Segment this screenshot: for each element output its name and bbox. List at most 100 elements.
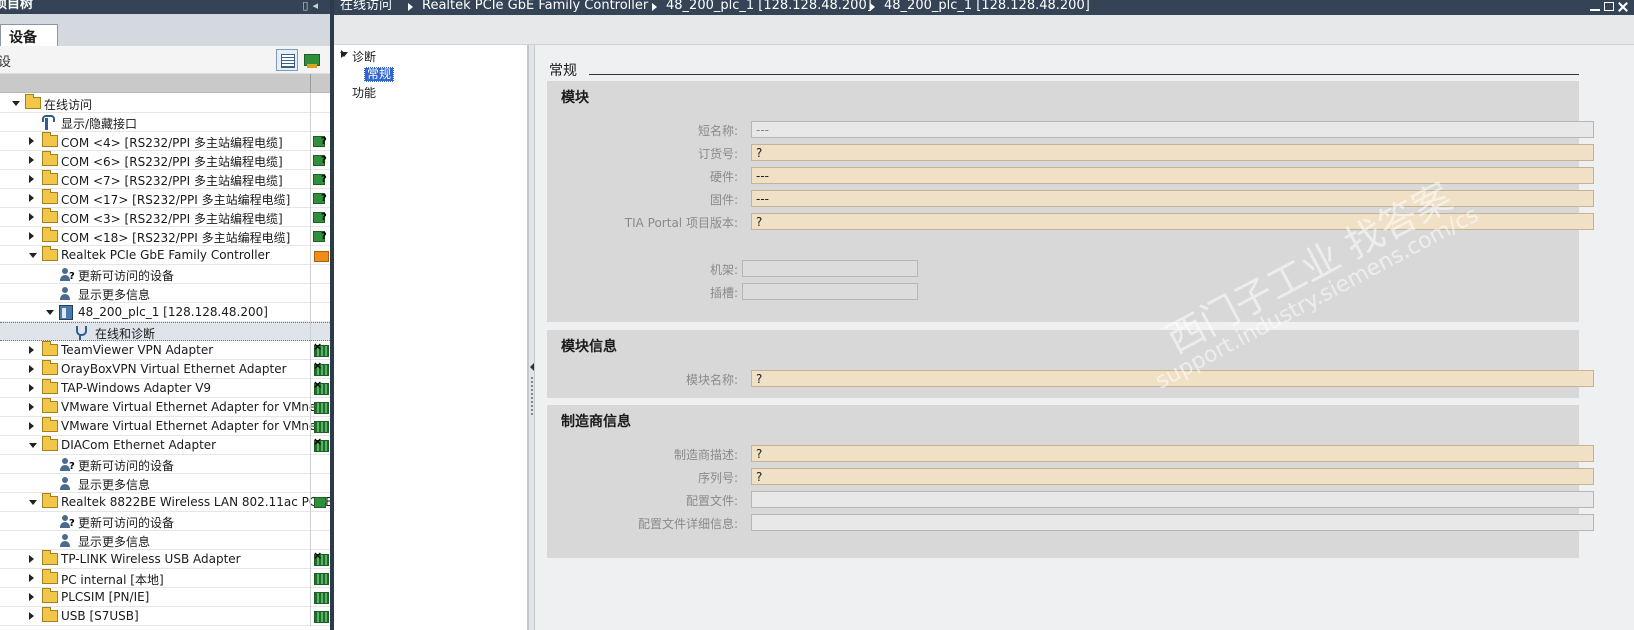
minimize-icon[interactable]: [1590, 3, 1600, 11]
chevron-right-icon[interactable]: [29, 346, 34, 354]
chevron-right-icon[interactable]: [29, 365, 34, 373]
connection-status-icon: ?: [313, 192, 328, 205]
tree-item[interactable]: OrayBoxVPN Virtual Ethernet Adapter: [0, 359, 330, 379]
tree-item[interactable]: PLCSIM [PN/IE]: [0, 588, 330, 607]
pane-splitter[interactable]: [528, 45, 535, 630]
tree-item[interactable]: 在线和诊断: [0, 322, 330, 342]
tree-column-header: [0, 74, 330, 93]
tree-item[interactable]: 显示更多信息: [0, 474, 330, 493]
chevron-right-icon[interactable]: [29, 213, 34, 221]
tree-item[interactable]: PC internal [本地]: [0, 569, 330, 588]
overview-grid-button[interactable]: [276, 49, 298, 71]
tree-item-label: Realtek PCIe GbE Family Controller: [61, 248, 270, 262]
chevron-down-icon[interactable]: [29, 500, 37, 505]
chevron-right-icon[interactable]: [29, 137, 34, 145]
manufacturer-group: 制造商信息 制造商描述:? 序列号:? 配置文件: 配置文件详细信息:: [547, 405, 1594, 558]
nav-item-diagnostics[interactable]: 诊断: [352, 48, 376, 65]
tree-item-label: COM <7> [RS232/PPI 多主站编程电缆]: [61, 174, 283, 188]
field-value: [751, 491, 1594, 508]
tree-item[interactable]: ? 更新可访问的设备: [0, 512, 330, 531]
tree-item[interactable]: COM <4> [RS232/PPI 多主站编程电缆]?: [0, 132, 330, 151]
chevron-right-icon[interactable]: [29, 156, 34, 164]
slot-field: [742, 283, 918, 300]
field-label: 制造商描述:: [673, 448, 738, 462]
close-icon[interactable]: [1618, 2, 1628, 11]
tree-item[interactable]: 48_200_plc_1 [128.128.48.200]: [0, 303, 330, 322]
chevron-right-icon[interactable]: [29, 612, 34, 620]
chevron-right-icon[interactable]: [29, 384, 34, 392]
connection-status-icon: [313, 572, 329, 585]
tree-item[interactable]: ? 更新可访问的设备: [0, 455, 330, 474]
chevron-down-icon[interactable]: [29, 253, 37, 258]
connection-status-icon: [313, 610, 329, 623]
breadcrumb-item[interactable]: 48_200_plc_1 [128.128.48.200]: [666, 0, 872, 13]
tree-item[interactable]: 在线访问: [0, 94, 330, 113]
collapse-arrow-icon[interactable]: [530, 363, 534, 371]
chevron-down-icon[interactable]: [29, 443, 37, 448]
network-view-button[interactable]: [300, 49, 322, 71]
chevron-right-icon[interactable]: [29, 555, 34, 563]
tree-item[interactable]: TP-LINK Wireless USB Adapter: [0, 549, 330, 569]
chevron-right-icon[interactable]: [29, 422, 34, 430]
tree-item[interactable]: COM <7> [RS232/PPI 多主站编程电缆]?: [0, 170, 330, 189]
window-controls: [1586, 1, 1628, 14]
chevron-right-icon: [408, 3, 413, 11]
tree-item[interactable]: TAP-Windows Adapter V9: [0, 378, 330, 398]
breadcrumb-item[interactable]: 48_200_plc_1 [128.128.48.200]: [884, 0, 1090, 13]
tree-item[interactable]: COM <18> [RS232/PPI 多主站编程电缆]?: [0, 227, 330, 246]
tree-item[interactable]: 显示/隐藏接口: [0, 113, 330, 132]
tree-item[interactable]: Realtek PCIe GbE Family Controller: [0, 246, 330, 265]
field-value: ?: [751, 445, 1594, 462]
tab-devices[interactable]: 设备: [0, 24, 58, 46]
tree-item[interactable]: COM <3> [RS232/PPI 多主站编程电缆]?: [0, 208, 330, 227]
tree-item[interactable]: ? 更新可访问的设备: [0, 265, 330, 284]
tree-item-label: Realtek 8822BE Wireless LAN 802.11ac PCI…: [61, 495, 330, 509]
breadcrumb-item[interactable]: 在线访问: [340, 0, 392, 13]
tree-item[interactable]: DIACom Ethernet Adapter: [0, 435, 330, 455]
general-content: 常规 模块 短名称: --- 订货号:? 硬件: --- 固件: --- TIA Portal…: [535, 45, 1634, 630]
tree-item-label: 48_200_plc_1 [128.128.48.200]: [78, 305, 268, 319]
chevron-right-icon[interactable]: [29, 574, 34, 582]
tree-item[interactable]: COM <6> [RS232/PPI 多主站编程电缆]?: [0, 151, 330, 170]
tree-item-label: 显示更多信息: [78, 478, 151, 492]
nav-item-general[interactable]: 常规: [364, 67, 395, 82]
tree-item[interactable]: TeamViewer VPN Adapter: [0, 340, 330, 360]
tree-item[interactable]: 显示更多信息: [0, 284, 330, 303]
folder-icon: [42, 493, 58, 508]
folder-icon: [42, 569, 58, 584]
field-label: 配置文件:: [685, 494, 738, 508]
breadcrumb-item[interactable]: Realtek PCIe GbE Family Controller: [422, 0, 648, 13]
group-title: 制造商信息: [561, 414, 631, 430]
chevron-right-icon[interactable]: [29, 175, 34, 183]
nav-item-functions[interactable]: 功能: [352, 84, 376, 101]
tree-item[interactable]: Realtek 8822BE Wireless LAN 802.11ac PCI…: [0, 493, 330, 512]
folder-icon: [42, 436, 58, 451]
field-label: 硬件:: [709, 170, 738, 184]
tree-item-label: 更新可访问的设备: [78, 269, 175, 283]
chevron-down-icon[interactable]: [12, 101, 20, 106]
chevron-right-icon[interactable]: [29, 403, 34, 411]
tree-item[interactable]: COM <17> [RS232/PPI 多主站编程电缆]?: [0, 189, 330, 208]
folder-icon: [42, 170, 58, 185]
tree-item-label: 显示/隐藏接口: [61, 117, 138, 131]
panel-pin-icon[interactable]: ▯◂: [302, 0, 322, 12]
tree-item[interactable]: 显示更多信息: [0, 531, 330, 550]
wrench-icon: [42, 115, 55, 130]
tree-item[interactable]: VMware Virtual Ethernet Adapter for VMne…: [0, 398, 330, 417]
connection-status-icon: [313, 340, 329, 357]
tree-item-label: COM <4> [RS232/PPI 多主站编程电缆]: [61, 136, 283, 150]
chevron-right-icon[interactable]: [29, 593, 34, 601]
restore-icon[interactable]: [1604, 2, 1614, 11]
diagnostics-nav-pane: 诊断 常规 功能: [334, 45, 528, 630]
tree-item[interactable]: USB [S7USB]: [0, 607, 330, 626]
connection-status-icon: [313, 591, 329, 604]
tree-item[interactable]: VMware Virtual Ethernet Adapter for VMne…: [0, 417, 330, 436]
connection-status-icon: [313, 420, 329, 433]
field-label: 机架:: [709, 263, 738, 277]
chevron-right-icon[interactable]: [341, 50, 346, 58]
field-value: ?: [751, 370, 1594, 387]
chevron-right-icon[interactable]: [29, 232, 34, 240]
tree-item-label: USB [S7USB]: [61, 609, 139, 623]
chevron-down-icon[interactable]: [46, 310, 54, 315]
chevron-right-icon[interactable]: [29, 194, 34, 202]
